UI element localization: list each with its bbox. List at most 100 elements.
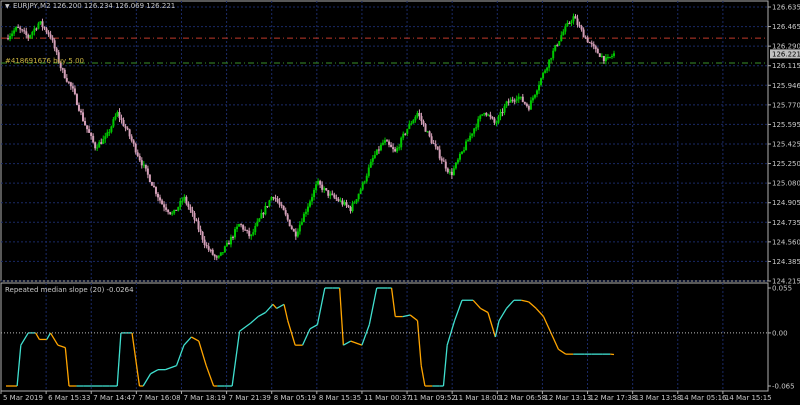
candle-bull	[225, 242, 228, 247]
candle-bear	[521, 96, 524, 102]
candle-bear	[290, 226, 293, 230]
candle-bull	[177, 206, 180, 211]
candle-bear	[321, 184, 324, 190]
candle-bull	[13, 30, 16, 34]
candle-bear	[523, 101, 526, 104]
candle-bull	[483, 112, 486, 115]
candle-bear	[244, 229, 247, 231]
candle-bear	[325, 188, 328, 191]
candle-bull	[499, 112, 502, 117]
symbol-ohlc-line: EURJPY,M2 126.200 126.234 126.069 126.22…	[13, 2, 175, 10]
candle-bull	[217, 255, 220, 258]
candle-bull	[296, 231, 299, 237]
candle-bull	[406, 128, 409, 134]
time-tick-label: 7 Mar 16:08	[138, 394, 180, 402]
order-label[interactable]: #418691676 buy 5.00	[5, 57, 84, 65]
candle-bear	[140, 160, 143, 166]
candle-bull	[542, 72, 545, 79]
candle-bear	[280, 204, 283, 206]
candle-bear	[588, 42, 591, 44]
candle-bear	[82, 112, 85, 122]
price-tick-label: 125.080	[772, 180, 800, 188]
candle-bear	[594, 46, 597, 49]
candle-bear	[185, 196, 188, 204]
candle-bear	[25, 31, 28, 35]
candle-bull	[11, 33, 14, 37]
candle-bear	[203, 239, 206, 246]
candle-bear	[169, 212, 172, 214]
candle-bull	[531, 97, 534, 101]
candle-bear	[602, 55, 605, 62]
price-tick-label: 125.425	[772, 141, 800, 149]
candle-bull	[604, 57, 607, 62]
chart-menu-triangle-icon[interactable]: ▼	[5, 3, 10, 10]
candle-bear	[347, 205, 350, 208]
candle-bear	[94, 142, 97, 149]
candle-bear	[598, 53, 601, 57]
candle-bear	[266, 206, 269, 208]
candle-bear	[136, 152, 139, 156]
candle-bear	[327, 190, 330, 196]
candle-bear	[61, 68, 64, 70]
candle-bear	[493, 118, 496, 123]
candle-bull	[412, 120, 415, 124]
candle-bear	[120, 118, 123, 120]
candle-bear	[240, 224, 243, 226]
candle-bear	[150, 182, 153, 186]
candle-bear	[53, 40, 56, 49]
indicator-tick-label: 0.055	[772, 285, 792, 293]
current-price-marker: 126.221	[770, 49, 800, 59]
candle-bull	[608, 56, 611, 58]
candle-bear	[404, 133, 407, 135]
candle-bull	[219, 252, 222, 256]
candle-bull	[254, 225, 257, 233]
candle-bull	[313, 189, 316, 198]
candle-bull	[371, 157, 374, 162]
candle-bear	[67, 81, 70, 83]
candle-bull	[469, 135, 472, 141]
candle-bear	[337, 198, 340, 202]
candle-bear	[584, 37, 587, 39]
candle-bear	[440, 158, 443, 161]
price-tick-label: 125.770	[772, 101, 800, 109]
time-tick-label: 8 Mar 05:19	[274, 394, 316, 402]
candle-bear	[436, 146, 439, 150]
candle-bull	[373, 154, 376, 158]
indicator-tick-label: 0.00	[772, 329, 788, 337]
candle-bull	[458, 153, 461, 160]
candle-bear	[335, 197, 338, 199]
candle-bear	[590, 42, 593, 45]
candle-bear	[450, 171, 453, 176]
candle-bull	[361, 182, 364, 190]
candle-bear	[7, 38, 10, 40]
candle-bull	[108, 131, 111, 133]
price-tick-label: 125.946	[772, 82, 800, 90]
candle-bull	[114, 116, 117, 120]
candle-bear	[446, 168, 449, 173]
candle-bear	[157, 193, 159, 198]
candle-bull	[515, 99, 518, 101]
candle-bull	[562, 31, 565, 36]
price-tick-label: 125.595	[772, 121, 800, 129]
candle-bull	[381, 142, 384, 145]
candle-bear	[434, 143, 437, 147]
trading-chart[interactable]: ▼ EURJPY,M2 126.200 126.234 126.069 126.…	[0, 0, 800, 405]
candle-bull	[471, 133, 474, 136]
candle-bear	[525, 103, 528, 107]
candle-bear	[444, 161, 447, 169]
candle-bull	[238, 224, 241, 227]
candle-bull	[452, 168, 455, 176]
candle-bear	[438, 149, 441, 159]
candle-bear	[63, 69, 66, 79]
candle-bear	[248, 230, 251, 237]
time-tick-label: 11 Mar 18:00	[454, 394, 501, 402]
candle-bull	[33, 28, 36, 32]
candle-bull	[477, 118, 480, 128]
candle-bear	[333, 194, 336, 198]
candle-bull	[106, 132, 109, 137]
candle-bear	[294, 231, 297, 237]
candle-bear	[262, 213, 265, 215]
candle-bull	[487, 114, 490, 116]
candle-bull	[171, 213, 174, 215]
indicator-label: Repeated median slope (20) -0.0264	[5, 286, 134, 294]
